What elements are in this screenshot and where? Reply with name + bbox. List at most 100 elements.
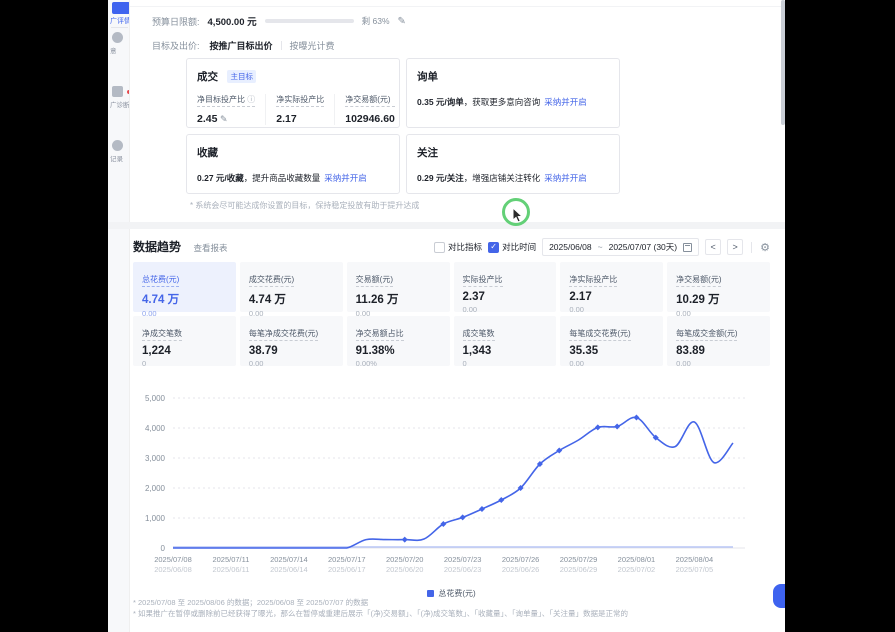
data-point-marker (595, 424, 601, 430)
compare-time-checkbox[interactable]: ✓ (488, 242, 499, 253)
notification-dot (127, 90, 130, 94)
budget-progress-bar (265, 19, 354, 23)
metric-tile-1[interactable]: 成交花费(元)4.74 万0.00 (240, 262, 343, 312)
mini-sidebar: 广评情 意广诊断记录 (108, 0, 130, 632)
trend-chart: 01,0002,0003,0004,0005,0002025/07/082025… (133, 388, 770, 588)
x-tick-label: 2025/07/29 (560, 555, 598, 564)
x-tick-compare-label: 2025/06/20 (386, 565, 424, 574)
view-report-link[interactable]: 查看报表 (193, 243, 227, 253)
metric-tile-11[interactable]: 每笔成交金额(元)83.890.00 (667, 316, 770, 366)
clock-icon (112, 140, 123, 151)
trend-title: 数据趋势 (133, 238, 181, 255)
metric-tile-10[interactable]: 每笔成交花费(元)35.350.00 (560, 316, 663, 366)
metric-tile-value: 91.38% (356, 345, 441, 357)
data-point-marker (633, 415, 639, 421)
metric-tile-label: 实际投产比 (463, 274, 503, 287)
x-tick-compare-label: 2025/06/11 (212, 565, 249, 574)
primary-goal-badge: 主目标 (227, 70, 256, 83)
sidebar-item-label: 记录 (110, 153, 130, 163)
goal-card-desc: 0.27 元/收藏，提升商品收藏数量采纳并开启 (197, 172, 389, 184)
metric-tile-6[interactable]: 净成交笔数1,2240 (133, 316, 236, 366)
scrollbar-thumb[interactable] (781, 0, 785, 125)
x-tick-compare-label: 2025/07/02 (618, 565, 656, 574)
floating-side-button[interactable] (773, 584, 785, 608)
controls-divider (751, 242, 752, 253)
adopt-enable-link[interactable]: 采纳并开启 (324, 173, 367, 183)
bid-tab-0[interactable]: 按推广目标出价 (210, 39, 273, 52)
compare-metric-checkbox-group[interactable]: 对比指标 (434, 241, 482, 253)
metric-tile-label: 成交笔数 (463, 328, 495, 341)
edit-budget-icon[interactable]: ✎ (398, 16, 406, 27)
goal-card-desc: 0.35 元/询单，获取更多意向咨询采纳并开启 (417, 96, 609, 108)
goal-card-desc-text: ，增强店铺关注转化 (464, 173, 541, 183)
metric-tile-9[interactable]: 成交笔数1,3430 (454, 316, 557, 366)
metric-tile-label: 交易额(元) (356, 274, 393, 287)
next-period-button[interactable]: > (727, 239, 743, 255)
sidebar-item[interactable]: 记录 (110, 140, 130, 163)
deal-metric: 净实际投产比2.17 (276, 94, 335, 125)
metric-tile-3[interactable]: 实际投产比 2.37 0.00 (454, 262, 557, 312)
sidebar-active-tab[interactable] (112, 2, 130, 14)
goal-bid-label: 目标及出价: (152, 39, 200, 52)
x-tick-compare-label: 2025/06/23 (444, 565, 482, 574)
metric-tile-label: 成交花费(元) (249, 274, 294, 287)
metric-tile-5[interactable]: 净交易额(元)10.29 万0.00 (667, 262, 770, 312)
bulb-icon (112, 32, 123, 43)
sidebar-item-label: 广诊断 (110, 99, 130, 109)
gear-icon[interactable]: ⚙ (760, 241, 770, 254)
metric-tile-compare-value: 0.00 (249, 359, 334, 368)
metric-tile-value: 2.17 (569, 291, 654, 303)
data-point-marker (614, 424, 620, 430)
goal-note: * 系统会尽可能达成你设置的目标，保持稳定投放有助于提升达成 (190, 200, 419, 211)
metric-tile-7[interactable]: 每笔净成交花费(元)38.790.00 (240, 316, 343, 366)
date-range-picker[interactable]: 2025/06/08 ~ 2025/07/07 (30天) (542, 238, 699, 256)
date-range-end: 2025/07/07 (30天) (609, 241, 678, 253)
x-tick-label: 2025/07/11 (212, 555, 249, 564)
edit-target-icon[interactable]: ✎ (217, 114, 227, 124)
deal-metric-value: 102946.60 (345, 113, 395, 125)
metric-tile-8[interactable]: 净交易额占比91.38%0.00% (347, 316, 450, 366)
metric-tile-2[interactable]: 交易额(元)11.26 万0.00 (347, 262, 450, 312)
x-tick-compare-label: 2025/07/05 (676, 565, 714, 574)
deal-metric-label: 净目标投产比 ⓘ (197, 94, 255, 107)
adopt-enable-link[interactable]: 采纳并开启 (544, 173, 587, 183)
x-tick-label: 2025/07/20 (386, 555, 424, 564)
info-icon[interactable]: ⓘ (245, 95, 255, 104)
compare-metric-checkbox[interactable] (434, 242, 445, 253)
y-tick-label: 4,000 (145, 424, 166, 433)
metric-tile-value: 35.35 (569, 345, 654, 357)
budget-row: 预算日限额: 4,500.00 元 剩 63% ✎ (152, 14, 406, 28)
x-tick-label: 2025/07/14 (270, 555, 308, 564)
sidebar-item[interactable]: 意 (110, 32, 130, 55)
adopt-enable-link[interactable]: 采纳并开启 (544, 97, 587, 107)
metric-tile-value: 4.74 万 (249, 291, 334, 307)
metric-tile-compare-value: 0.00 (463, 305, 548, 314)
metric-tile-4[interactable]: 净实际投产比2.170.00 (560, 262, 663, 312)
goal-card-2: 关注0.29 元/关注，增强店铺关注转化采纳并开启 (406, 134, 620, 194)
metric-tile-compare-value: 0.00 (676, 359, 761, 368)
goal-card-desc-text: ，提升商品收藏数量 (244, 173, 321, 183)
y-tick-label: 3,000 (145, 454, 166, 463)
goal-card-deal-title: 成交 (197, 69, 218, 84)
sidebar-active-label[interactable]: 广评情 (110, 16, 130, 26)
compare-time-checkbox-group[interactable]: ✓ 对比时间 (488, 241, 536, 253)
legend-label: 总花费(元) (438, 588, 475, 599)
x-tick-label: 2025/07/26 (502, 555, 540, 564)
chart-footnote-1: * 2025/07/08 至 2025/08/06 的数据；2025/06/08… (133, 597, 368, 608)
bid-tab-1[interactable]: 按曝光计费 (290, 39, 335, 52)
metric-tile-compare-value: 0.00 (569, 305, 654, 314)
deal-metric-value: 2.45 ✎ (197, 113, 255, 125)
data-point-marker (460, 514, 466, 520)
sidebar-item[interactable]: 广诊断 (110, 86, 130, 109)
goal-card-0: 询单0.35 元/询单，获取更多意向咨询采纳并开启 (406, 58, 620, 128)
x-tick-compare-label: 2025/06/08 (154, 565, 192, 574)
goal-card-price: 0.27 元/收藏 (197, 173, 244, 183)
data-point-marker (402, 537, 408, 543)
legend-item[interactable]: 总花费(元) (427, 588, 475, 599)
goal-card-deal: 成交 主目标 净目标投产比 ⓘ2.45 ✎净实际投产比2.17净交易额(元)10… (186, 58, 400, 128)
metric-tile-0[interactable]: 总花费(元)4.74 万0.00 (133, 262, 236, 312)
metric-tile-value: 2.37 (463, 291, 548, 303)
line-chart-canvas[interactable]: 01,0002,0003,0004,0005,0002025/07/082025… (133, 388, 770, 583)
prev-period-button[interactable]: < (705, 239, 721, 255)
metric-tile-value: 10.29 万 (676, 291, 761, 307)
